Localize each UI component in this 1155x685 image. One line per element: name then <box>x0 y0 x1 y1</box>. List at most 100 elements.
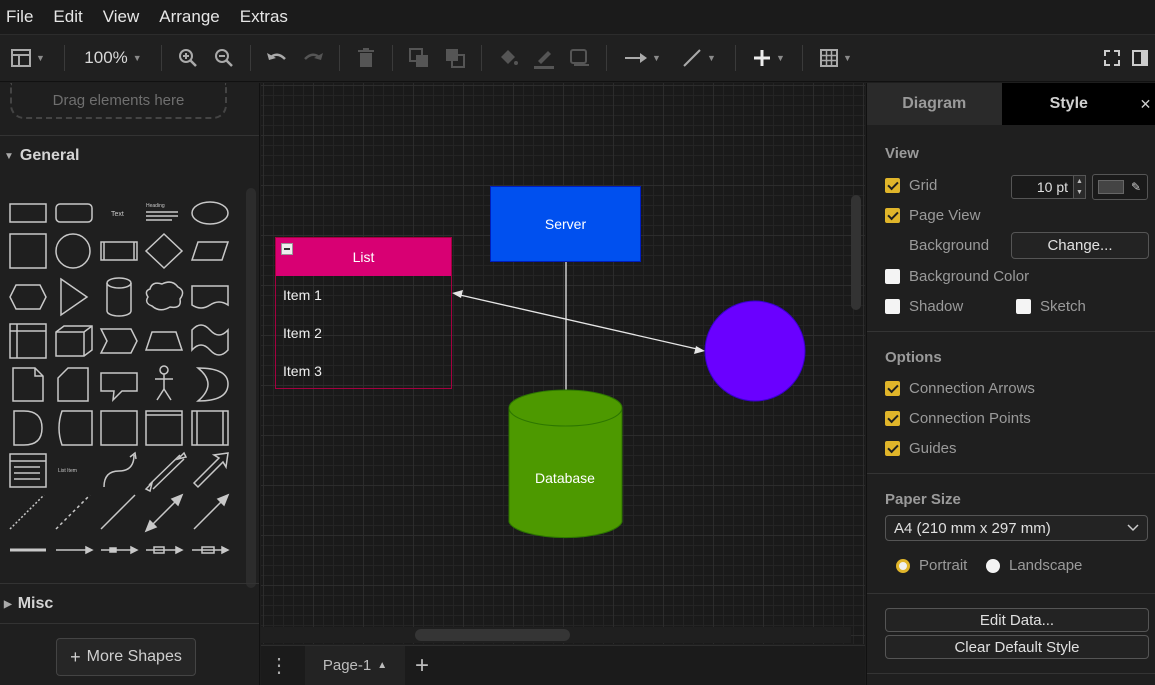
format-tabs: Diagram Style ✕ <box>867 83 1155 125</box>
zoom-in-button[interactable] <box>170 34 206 82</box>
panel-divider <box>0 583 259 584</box>
sketch-option[interactable]: Sketch <box>1016 298 1086 315</box>
general-label: General <box>19 147 80 164</box>
redo-button[interactable] <box>295 34 331 82</box>
guides-label: Guides <box>909 440 957 457</box>
chevron-down-icon: ▼ <box>707 53 716 63</box>
shadow-option[interactable]: Shadow <box>885 298 963 315</box>
pages-menu-icon[interactable]: ⋮ <box>261 653 297 678</box>
sketch-label: Sketch <box>1040 298 1086 315</box>
toolbar-divider <box>339 45 340 71</box>
table-icon <box>820 49 839 67</box>
list-header[interactable]: List <box>276 238 451 276</box>
page-view-checkbox[interactable] <box>885 208 900 223</box>
menu-arrange[interactable]: Arrange <box>159 7 219 27</box>
shape-library-grid[interactable]: Text Heading List Item <box>0 187 245 662</box>
shapes-panel: Drag elements here ▼ General Text Headin… <box>0 83 260 685</box>
list-item[interactable]: Item 2 <box>276 314 451 352</box>
shadow-button[interactable] <box>562 34 598 82</box>
paper-size-select[interactable]: A4 (210 mm x 297 mm) <box>885 515 1148 541</box>
edit-data-button[interactable]: Edit Data... <box>885 608 1149 632</box>
landscape-option[interactable]: Landscape <box>986 557 1082 574</box>
landscape-label: Landscape <box>1009 557 1083 574</box>
grid-color-swatch <box>1098 180 1124 194</box>
portrait-option[interactable]: Portrait <box>896 557 967 574</box>
to-front-icon <box>409 48 428 67</box>
toolbar-divider <box>392 45 393 71</box>
insert-button[interactable]: ▼ <box>744 34 794 82</box>
server-shape[interactable]: Server <box>490 186 641 262</box>
waypoint-style-button[interactable]: ▼ <box>671 34 727 82</box>
add-page-button[interactable]: + <box>415 652 429 680</box>
zoom-dropdown[interactable]: 100% ▼ <box>73 34 153 82</box>
background-color-checkbox[interactable] <box>885 269 900 284</box>
canvas-vertical-scrollbar[interactable] <box>851 195 861 310</box>
fill-color-button[interactable] <box>490 34 526 82</box>
svg-text:Text: Text <box>111 211 124 218</box>
delete-button[interactable] <box>348 34 384 82</box>
database-label[interactable]: Database <box>508 470 622 486</box>
chevron-down-icon: ▼ <box>36 53 45 63</box>
guides-checkbox[interactable] <box>885 441 900 456</box>
grid-label: Grid <box>909 177 938 194</box>
canvas-horizontal-scrollbar[interactable] <box>415 629 570 641</box>
menu-extras[interactable]: Extras <box>240 7 288 27</box>
shapes-panel-scrollbar[interactable] <box>246 188 256 588</box>
arrow-right-icon <box>625 53 648 63</box>
page-view-label: Page View <box>909 207 981 224</box>
zoom-out-button[interactable] <box>206 34 242 82</box>
menu-edit[interactable]: Edit <box>53 7 82 27</box>
connection-arrows-checkbox[interactable] <box>885 381 900 396</box>
format-panel-toggle[interactable] <box>1125 34 1155 82</box>
general-section-header[interactable]: ▼ General <box>0 147 80 165</box>
to-front-button[interactable] <box>401 34 437 82</box>
grid-color-button[interactable]: ✎ <box>1092 174 1148 200</box>
grid-size-stepper[interactable]: ▲ ▼ <box>1073 175 1086 199</box>
panel-layout-button[interactable]: ▼ <box>0 34 56 82</box>
view-section-title: View <box>885 145 919 162</box>
grid-size-input[interactable]: 10 pt <box>1011 175 1075 199</box>
plus-icon: + <box>70 646 81 667</box>
collapse-icon[interactable] <box>281 243 293 255</box>
scratchpad-drop-zone[interactable]: Drag elements here <box>10 83 227 119</box>
fullscreen-button[interactable] <box>1099 34 1125 82</box>
table-button[interactable]: ▼ <box>811 34 861 82</box>
portrait-radio[interactable] <box>896 558 910 573</box>
connection-arrows-option[interactable]: Connection Arrows <box>885 380 1035 397</box>
guides-option[interactable]: Guides <box>885 440 957 457</box>
fill-bucket-icon <box>501 50 518 65</box>
connection-points-checkbox[interactable] <box>885 411 900 426</box>
landscape-radio[interactable] <box>986 558 1000 573</box>
tab-diagram[interactable]: Diagram <box>867 83 1002 125</box>
misc-section-header[interactable]: ▶ Misc <box>0 595 53 613</box>
undo-icon <box>267 53 286 60</box>
grid-checkbox[interactable] <box>885 178 900 193</box>
page-view-option[interactable]: Page View <box>885 207 980 224</box>
background-color-option[interactable]: Background Color <box>885 268 1029 285</box>
tab-style[interactable]: Style <box>1001 83 1137 125</box>
connection-points-option[interactable]: Connection Points <box>885 410 1031 427</box>
sketch-checkbox[interactable] <box>1016 299 1031 314</box>
background-color-label: Background Color <box>909 268 1030 285</box>
list-shape[interactable]: List Item 1 Item 2 Item 3 <box>275 237 452 389</box>
list-item[interactable]: Item 1 <box>276 276 451 314</box>
change-background-button[interactable]: Change... <box>1011 232 1149 259</box>
list-item[interactable]: Item 3 <box>276 352 451 390</box>
menu-file[interactable]: File <box>6 7 33 27</box>
panel-layout-icon <box>11 49 32 67</box>
connection-style-button[interactable]: ▼ <box>615 34 671 82</box>
grid-option[interactable]: Grid <box>885 177 937 194</box>
shadow-checkbox[interactable] <box>885 299 900 314</box>
line-color-button[interactable] <box>526 34 562 82</box>
more-shapes-label: More Shapes <box>86 648 182 665</box>
to-back-button[interactable] <box>437 34 473 82</box>
more-shapes-button[interactable]: + More Shapes <box>56 638 196 676</box>
undo-button[interactable] <box>259 34 295 82</box>
clear-default-style-button[interactable]: Clear Default Style <box>885 635 1149 659</box>
page-tab[interactable]: Page-1 ▲ <box>305 645 405 685</box>
options-section-title: Options <box>885 349 942 366</box>
menu-view[interactable]: View <box>103 7 140 27</box>
paper-size-section-title: Paper Size <box>885 491 961 508</box>
close-icon[interactable]: ✕ <box>1136 83 1155 125</box>
zoom-in-icon <box>179 49 197 67</box>
